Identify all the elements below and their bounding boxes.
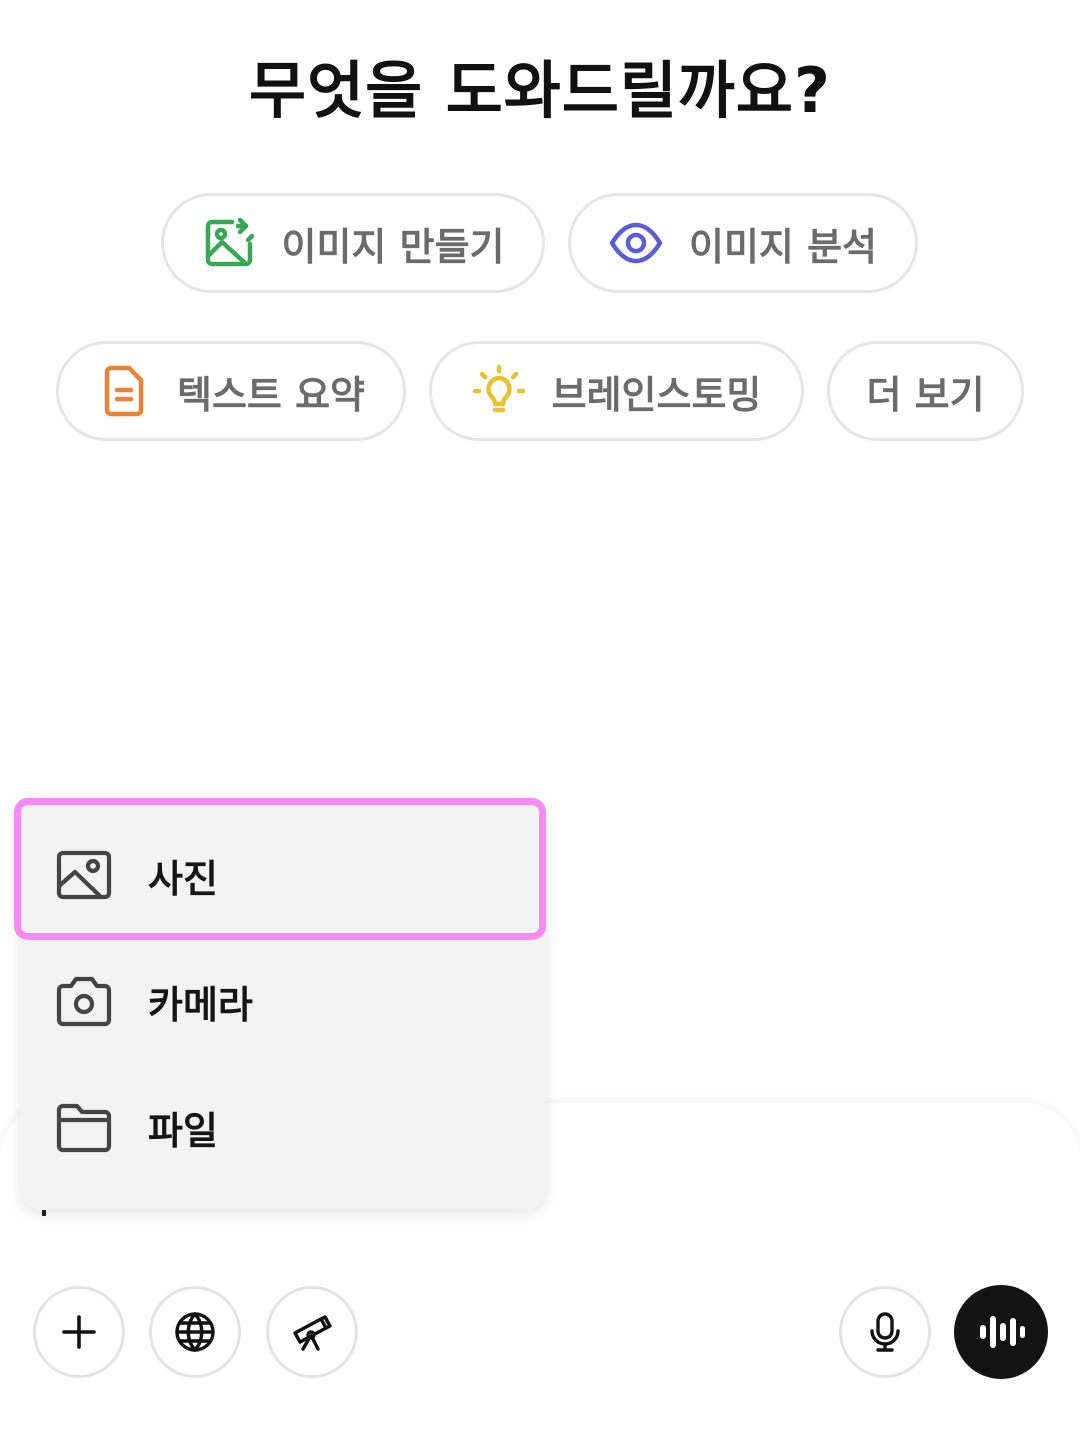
chip-image-analyze[interactable]: 이미지 분석 bbox=[568, 193, 918, 293]
chip-more[interactable]: 더 보기 bbox=[827, 341, 1024, 441]
telescope-icon bbox=[293, 1315, 332, 1351]
menu-item-photo[interactable]: 사진 bbox=[20, 812, 546, 938]
web-search-button[interactable] bbox=[149, 1286, 241, 1378]
page-title: 무엇을 도와드릴까요? bbox=[249, 54, 831, 127]
plus-icon bbox=[62, 1315, 96, 1349]
microphone-button[interactable] bbox=[839, 1286, 931, 1378]
attach-menu: 사진 카메라 파일 bbox=[20, 798, 546, 1210]
lightbulb-icon bbox=[472, 364, 526, 418]
menu-item-camera[interactable]: 카메라 bbox=[20, 938, 546, 1064]
globe-icon bbox=[175, 1312, 215, 1352]
chip-text-summary[interactable]: 텍스트 요약 bbox=[56, 341, 406, 441]
photo-icon bbox=[54, 845, 114, 905]
microphone-icon bbox=[870, 1312, 900, 1352]
add-attachment-button[interactable] bbox=[33, 1286, 125, 1378]
chip-label: 더 보기 bbox=[866, 372, 985, 417]
camera-icon bbox=[54, 971, 114, 1031]
chip-label: 텍스트 요약 bbox=[176, 372, 366, 417]
menu-item-label: 파일 bbox=[148, 1108, 218, 1153]
menu-item-file[interactable]: 파일 bbox=[20, 1064, 546, 1190]
voice-mode-button[interactable] bbox=[954, 1285, 1048, 1379]
menu-item-label: 카메라 bbox=[148, 982, 253, 1027]
chip-label: 이미지 만들기 bbox=[281, 224, 505, 269]
eye-icon bbox=[609, 216, 663, 270]
chip-label: 이미지 분석 bbox=[688, 224, 878, 269]
chip-image-create[interactable]: 이미지 만들기 bbox=[161, 193, 545, 293]
document-icon bbox=[97, 364, 151, 418]
chip-brainstorm[interactable]: 브레인스토밍 bbox=[429, 341, 804, 441]
folder-icon bbox=[54, 1097, 114, 1157]
image-generate-icon bbox=[202, 216, 256, 270]
chip-label: 브레인스토밍 bbox=[551, 372, 762, 417]
voice-waveform-icon bbox=[980, 1316, 1025, 1348]
menu-item-label: 사진 bbox=[148, 856, 218, 901]
deep-research-button[interactable] bbox=[266, 1286, 358, 1378]
